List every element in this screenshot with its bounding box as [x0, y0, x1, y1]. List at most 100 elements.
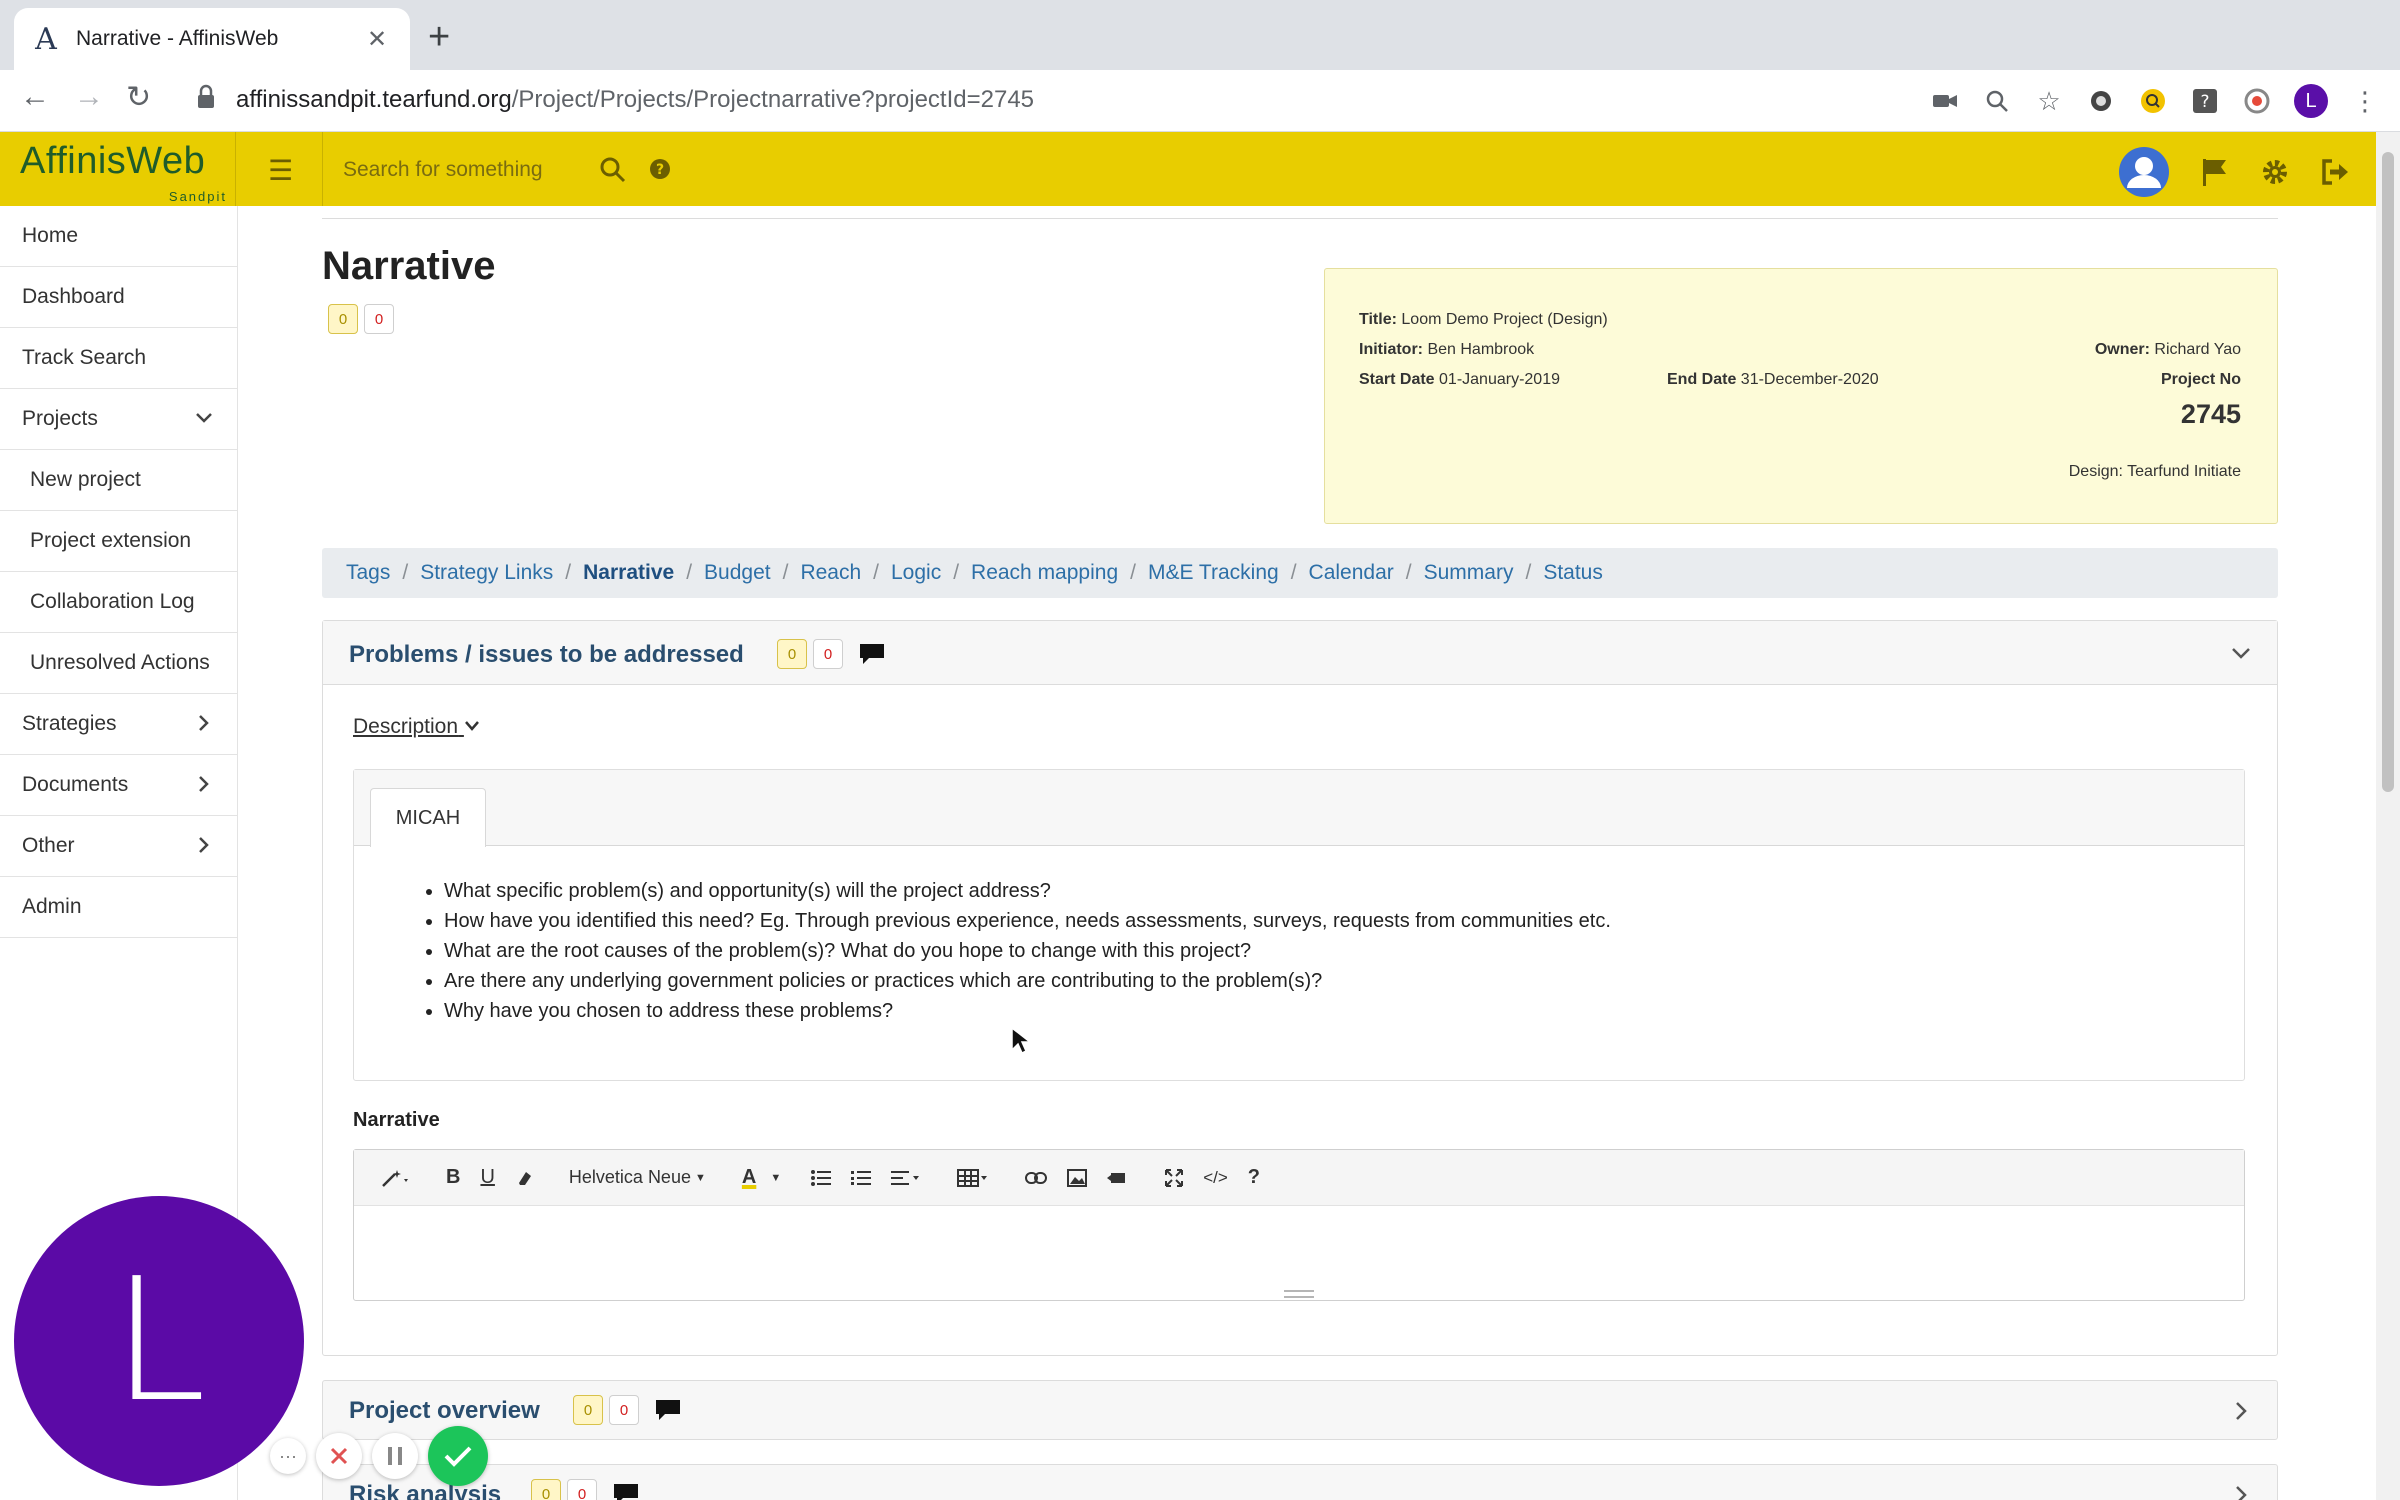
crumb-calendar[interactable]: Calendar — [1309, 561, 1394, 585]
address-bar[interactable]: affinissandpit.tearfund.org/Project/Proj… — [236, 86, 1034, 114]
crumb-reach-mapping[interactable]: Reach mapping — [971, 561, 1118, 585]
image-icon[interactable] — [1057, 1158, 1097, 1198]
help-icon[interactable]: ? — [649, 158, 671, 180]
sidebar-item-other[interactable]: Other — [0, 816, 237, 877]
sidebar-item-strategies[interactable]: Strategies — [0, 694, 237, 755]
fullscreen-icon[interactable] — [1155, 1158, 1193, 1198]
count-badge-red[interactable]: 0 — [364, 304, 394, 334]
tab-close-icon[interactable]: ✕ — [362, 25, 392, 54]
camera-icon[interactable] — [1930, 86, 1960, 116]
description-toggle[interactable]: Description — [353, 715, 480, 739]
sidebar-item-documents[interactable]: Documents — [0, 755, 237, 816]
browser-menu-icon[interactable]: ⋮ — [2350, 86, 2380, 116]
count-badge-yellow[interactable]: 0 — [777, 639, 807, 669]
cancel-recording-icon[interactable] — [316, 1433, 362, 1479]
gear-icon[interactable] — [2260, 157, 2290, 187]
chevron-down-icon[interactable] — [2229, 641, 2253, 665]
numbered-list-icon[interactable] — [841, 1158, 881, 1198]
magic-style-icon[interactable] — [370, 1158, 420, 1198]
count-badge-yellow[interactable]: 0 — [531, 1479, 561, 1500]
chevron-right-icon[interactable] — [2229, 1483, 2253, 1500]
extension-chrome-icon[interactable] — [2242, 86, 2272, 116]
comment-icon[interactable] — [655, 1399, 681, 1421]
bold-icon[interactable]: B — [436, 1158, 470, 1198]
crumb-me-tracking[interactable]: M&E Tracking — [1148, 561, 1279, 585]
search-icon[interactable] — [599, 156, 627, 184]
sidebar-item-projects[interactable]: Projects — [0, 389, 237, 450]
count-badge-red[interactable]: 0 — [567, 1479, 597, 1500]
comment-icon[interactable] — [859, 643, 885, 665]
clear-format-icon[interactable] — [505, 1158, 543, 1198]
forward-icon[interactable]: → — [74, 82, 104, 112]
extension-help-icon[interactable]: ? — [2190, 86, 2220, 116]
sidebar-item-dashboard[interactable]: Dashboard — [0, 267, 237, 328]
extension-search-icon[interactable] — [2138, 86, 2168, 116]
text-color-dropdown-icon[interactable]: ▼ — [766, 1158, 785, 1198]
extension-circle-icon[interactable] — [2086, 86, 2116, 116]
crumb-status[interactable]: Status — [1543, 561, 1603, 585]
sidebar-item-label: Strategies — [22, 712, 117, 735]
narrative-text-area[interactable] — [354, 1206, 2244, 1290]
crumb-summary[interactable]: Summary — [1424, 561, 1514, 585]
chevron-right-icon[interactable] — [2229, 1399, 2253, 1423]
scrollbar-thumb[interactable] — [2382, 152, 2394, 792]
logout-icon[interactable] — [2320, 157, 2350, 187]
back-icon[interactable]: ← — [20, 82, 50, 112]
new-tab-icon[interactable]: + — [428, 18, 450, 56]
crumb-logic[interactable]: Logic — [891, 561, 941, 585]
font-family-dropdown[interactable]: Helvetica Neue ▼ — [559, 1158, 716, 1198]
help-icon[interactable]: ? — [1238, 1158, 1270, 1198]
tab-micah[interactable]: MICAH — [370, 788, 486, 847]
pause-recording-icon[interactable] — [372, 1433, 418, 1479]
logo[interactable]: AffinisWeb Sandpit — [0, 132, 236, 206]
hamburger-menu-icon[interactable]: ☰ — [268, 154, 293, 187]
project-info-card: Title: Loom Demo Project (Design) Initia… — [1324, 268, 2278, 524]
search-input[interactable] — [343, 152, 583, 188]
reload-icon[interactable]: ↻ — [126, 83, 151, 113]
text-color-icon[interactable]: A — [732, 1158, 766, 1198]
zoom-icon[interactable] — [1982, 86, 2012, 116]
sidebar-item-track-search[interactable]: Track Search — [0, 328, 237, 389]
count-badge-yellow[interactable]: 0 — [573, 1395, 603, 1425]
app-header: AffinisWeb Sandpit ☰ ? — [0, 132, 2376, 206]
crumb-narrative[interactable]: Narrative — [583, 561, 674, 585]
video-icon[interactable] — [1097, 1158, 1139, 1198]
sidebar-item-admin[interactable]: Admin — [0, 877, 237, 938]
logo-subtitle: Sandpit — [168, 189, 227, 204]
browser-tab-strip: A Narrative - AffinisWeb ✕ + — [0, 0, 2400, 70]
profile-avatar[interactable]: L — [2294, 84, 2328, 118]
link-icon[interactable] — [1015, 1158, 1057, 1198]
count-badge-red[interactable]: 0 — [813, 639, 843, 669]
logo-text: AffinisWeb — [20, 140, 206, 182]
flag-icon[interactable] — [2200, 157, 2230, 187]
list-item: How have you identified this need? Eg. T… — [444, 906, 1611, 936]
count-badge-red[interactable]: 0 — [609, 1395, 639, 1425]
resize-handle[interactable] — [1284, 1290, 1314, 1298]
more-options-icon[interactable]: ··· — [270, 1438, 306, 1474]
browser-tab[interactable]: A Narrative - AffinisWeb ✕ — [14, 8, 410, 70]
sidebar-item-collaboration-log[interactable]: Collaboration Log — [0, 572, 237, 633]
risk-analysis-panel[interactable]: Risk analysis 0 0 — [322, 1464, 2278, 1500]
comment-icon[interactable] — [613, 1483, 639, 1500]
project-overview-panel[interactable]: Project overview 0 0 — [322, 1380, 2278, 1440]
count-badge-yellow[interactable]: 0 — [328, 304, 358, 334]
code-view-icon[interactable]: </> — [1193, 1158, 1238, 1198]
problems-panel-header[interactable]: Problems / issues to be addressed 0 0 — [323, 621, 2277, 685]
table-icon[interactable] — [947, 1158, 999, 1198]
sidebar-item-project-extension[interactable]: Project extension — [0, 511, 237, 572]
sidebar-item-label: Home — [22, 224, 79, 247]
sidebar-item-home[interactable]: Home — [0, 206, 237, 267]
sidebar-item-new-project[interactable]: New project — [0, 450, 237, 511]
crumb-tags[interactable]: Tags — [346, 561, 390, 585]
crumb-budget[interactable]: Budget — [704, 561, 771, 585]
underline-icon[interactable]: U — [470, 1158, 504, 1198]
align-icon[interactable] — [881, 1158, 931, 1198]
crumb-reach[interactable]: Reach — [800, 561, 861, 585]
crumb-strategy-links[interactable]: Strategy Links — [420, 561, 553, 585]
user-avatar-icon[interactable] — [2118, 146, 2170, 198]
bookmark-star-icon[interactable]: ☆ — [2034, 86, 2064, 116]
bullet-list-icon[interactable] — [801, 1158, 841, 1198]
sidebar-item-unresolved-actions[interactable]: Unresolved Actions — [0, 633, 237, 694]
finish-recording-icon[interactable] — [428, 1426, 488, 1486]
recorder-avatar[interactable]: L — [14, 1196, 304, 1486]
